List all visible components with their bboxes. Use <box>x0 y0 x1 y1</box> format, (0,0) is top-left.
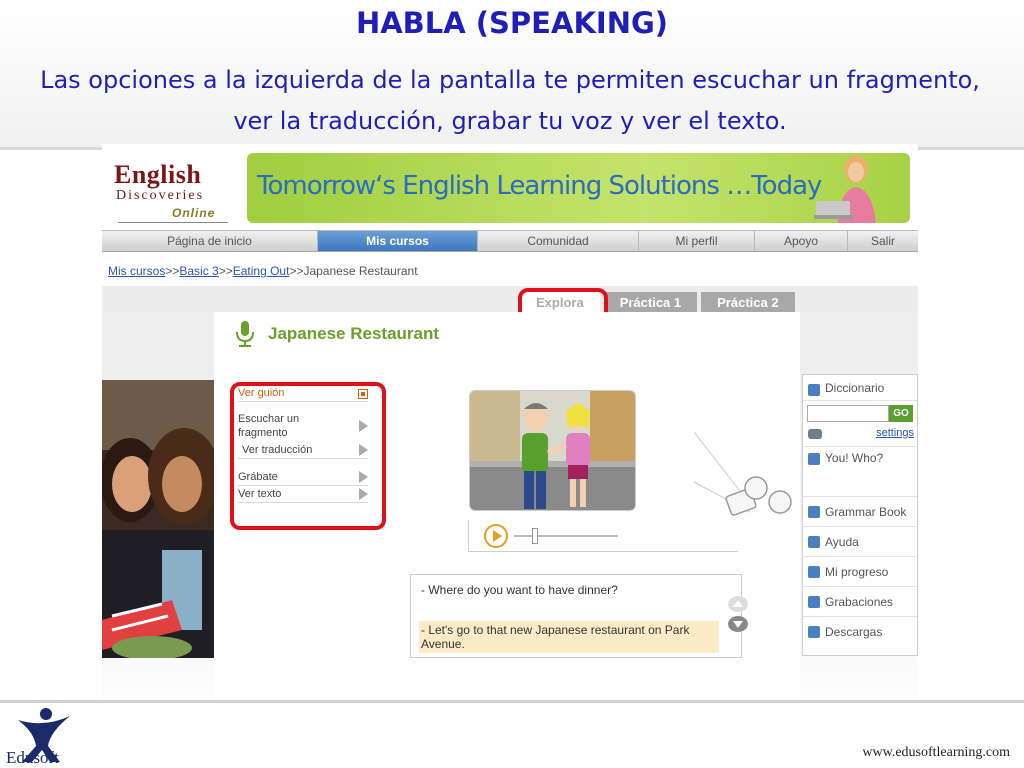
transcript-line-1: - Where do you want to have dinner? <box>421 583 618 597</box>
slide-header: HABLA (SPEAKING) Las opciones a la izqui… <box>0 0 1024 150</box>
english-discoveries-logo: English Discoveries Online <box>110 158 228 224</box>
logo-line-1: English <box>114 160 202 189</box>
breadcrumb-eating-out[interactable]: Eating Out <box>233 264 290 278</box>
tab-practica-1[interactable]: Práctica 1 <box>603 292 698 312</box>
cartoon-couple-image <box>470 391 635 510</box>
camera-icon <box>694 432 792 516</box>
dictionary-input[interactable] <box>807 405 889 422</box>
microphone-icon <box>236 321 254 347</box>
breadcrumb-my-courses[interactable]: Mis cursos <box>108 264 165 278</box>
sidebar-item-you-who[interactable]: You! Who? <box>803 447 917 497</box>
footer-divider <box>0 700 1024 703</box>
lesson-title: Japanese Restaurant <box>268 324 440 343</box>
video-frame[interactable] <box>469 390 636 511</box>
breadcrumb: Mis cursos>>Basic 3>>Eating Out>>Japanes… <box>108 264 418 278</box>
nav-logout[interactable]: Salir <box>848 231 918 251</box>
sidebar-item-grabaciones[interactable]: Grabaciones <box>803 587 917 617</box>
breadcrumb-separator: >> <box>165 264 180 278</box>
sidebar-item-label: Mi progreso <box>825 564 889 579</box>
dictionary-go-button[interactable]: GO <box>889 405 913 422</box>
settings-icon <box>808 429 822 439</box>
sidebar-item-label: Ayuda <box>825 534 859 549</box>
dictionary-settings-link[interactable]: settings <box>876 427 914 439</box>
sidebar-item-grammar-book[interactable]: Grammar Book <box>803 497 917 527</box>
transcript-box: - Where do you want to have dinner? - Le… <box>410 574 742 658</box>
right-sidebar: Diccionario GO settings You! Who? Gramma… <box>802 374 918 656</box>
breadcrumb-basic-3[interactable]: Basic 3 <box>179 264 218 278</box>
dictionary-icon <box>808 384 820 396</box>
scroll-up-button[interactable] <box>728 596 748 612</box>
header-banner: Tomorrow‘s English Learning Solutions …T… <box>247 153 910 223</box>
sidebar-item-diccionario[interactable]: Diccionario <box>803 375 917 401</box>
sidebar-item-descargas[interactable]: Descargas <box>803 617 917 647</box>
chart-icon <box>808 566 820 578</box>
sidebar-item-label: Diccionario <box>825 380 885 395</box>
footer-url: www.edusoftlearning.com <box>862 745 1010 760</box>
logo-divider <box>118 222 228 223</box>
breadcrumb-separator: >> <box>289 264 304 278</box>
sidebar-item-mi-progreso[interactable]: Mi progreso <box>803 557 917 587</box>
logo-line-3: Online <box>172 206 216 220</box>
banner-text: Tomorrow‘s English Learning Solutions …T… <box>257 171 822 201</box>
nav-my-profile[interactable]: Mi perfil <box>639 231 755 251</box>
recordings-icon <box>808 596 820 608</box>
progress-handle[interactable] <box>532 528 538 544</box>
play-button[interactable] <box>484 524 508 548</box>
sidebar-item-label: You! Who? <box>825 451 884 465</box>
slide-subtitle: Las opciones a la izquierda de la pantal… <box>40 66 980 135</box>
nav-support[interactable]: Apoyo <box>755 231 848 251</box>
sidebar-item-label: Grammar Book <box>825 504 907 519</box>
app-window: English Discoveries Online Tomorrow‘s En… <box>102 144 918 724</box>
breadcrumb-separator: >> <box>218 264 233 278</box>
sidebar-item-label: Grabaciones <box>825 594 894 609</box>
help-icon <box>808 536 820 548</box>
download-icon <box>808 626 820 638</box>
logo-line-2: Discoveries <box>116 188 205 203</box>
slide-title: HABLA (SPEAKING) <box>355 6 669 40</box>
nav-community[interactable]: Comunidad <box>478 231 639 251</box>
book-icon <box>808 506 820 518</box>
sidebar-item-label: Descargas <box>825 625 883 639</box>
tab-practica-2[interactable]: Práctica 2 <box>701 292 795 312</box>
scroll-down-button[interactable] <box>728 616 748 632</box>
nav-my-courses[interactable]: Mis cursos <box>318 231 478 251</box>
menu-highlight-box <box>230 382 386 530</box>
transcript-line-2: - Let's go to that new Japanese restaura… <box>419 621 719 653</box>
dictionary-search: GO settings <box>803 401 917 447</box>
students-photo <box>102 380 214 658</box>
progress-track[interactable] <box>514 535 618 537</box>
main-nav: Página de inicio Mis cursos Comunidad Mi… <box>102 230 918 252</box>
sidebar-item-ayuda[interactable]: Ayuda <box>803 527 917 557</box>
breadcrumb-current: Japanese Restaurant <box>303 264 418 278</box>
nav-home[interactable]: Página de inicio <box>102 231 318 251</box>
edusoft-logo-text: Edusoft <box>6 748 59 767</box>
chat-bubble-icon <box>808 453 820 465</box>
woman-with-laptop-icon <box>814 155 876 223</box>
